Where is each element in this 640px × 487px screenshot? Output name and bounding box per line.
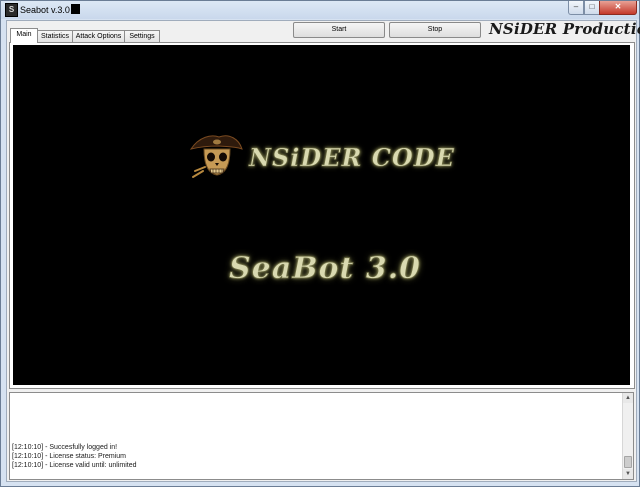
client-area: Main Statistics Attack Options Settings … [6,20,640,482]
maximize-button[interactable]: □ [584,1,600,15]
title-block-glyph [70,4,80,14]
log-scrollbar[interactable]: ▲ ▼ [622,393,633,479]
stop-button[interactable]: Stop [389,22,481,38]
tab-main[interactable]: Main [10,28,38,43]
log-lines: [12:10:10] - Succesfully logged in! [12:… [12,443,137,470]
window-title: Seabot v.3.0 [20,5,70,15]
app-window: S Seabot v.3.0 – □ ✕ Main Statistics Att… [0,0,640,487]
app-icon[interactable]: S [5,3,18,17]
scroll-thumb[interactable] [624,456,632,468]
close-button[interactable]: ✕ [599,1,637,15]
log-textbox[interactable]: [12:10:10] - Succesfully logged in! [12:… [9,392,634,480]
product-title: SeaBot 3.0 [229,251,422,287]
title-bar[interactable]: S Seabot v.3.0 – □ ✕ [1,1,639,19]
log-line: [12:10:10] - Succesfully logged in! [12,444,118,451]
tab-settings[interactable]: Settings [124,30,160,42]
scroll-up-arrow-icon[interactable]: ▲ [623,393,633,403]
minimize-button[interactable]: – [568,1,584,15]
tab-attack-options[interactable]: Attack Options [72,30,125,42]
nsider-code-logo: NSiDER CODE [249,143,455,173]
main-tab-panel: NSiDER CODE SeaBot 3.0 [9,42,635,389]
window-title-wrap: Seabot v.3.0 [20,4,80,15]
start-button[interactable]: Start [293,22,385,38]
scroll-down-arrow-icon[interactable]: ▼ [623,469,633,479]
splash-image: NSiDER CODE SeaBot 3.0 [13,45,630,385]
pirate-skull-icon [189,135,243,178]
brand-logo: NSiDER Productions [489,20,640,38]
log-line: [12:10:10] - License status: Premium [12,453,126,460]
log-line: [12:10:10] - License valid until: unlimi… [12,462,137,469]
tab-statistics[interactable]: Statistics [37,30,73,42]
